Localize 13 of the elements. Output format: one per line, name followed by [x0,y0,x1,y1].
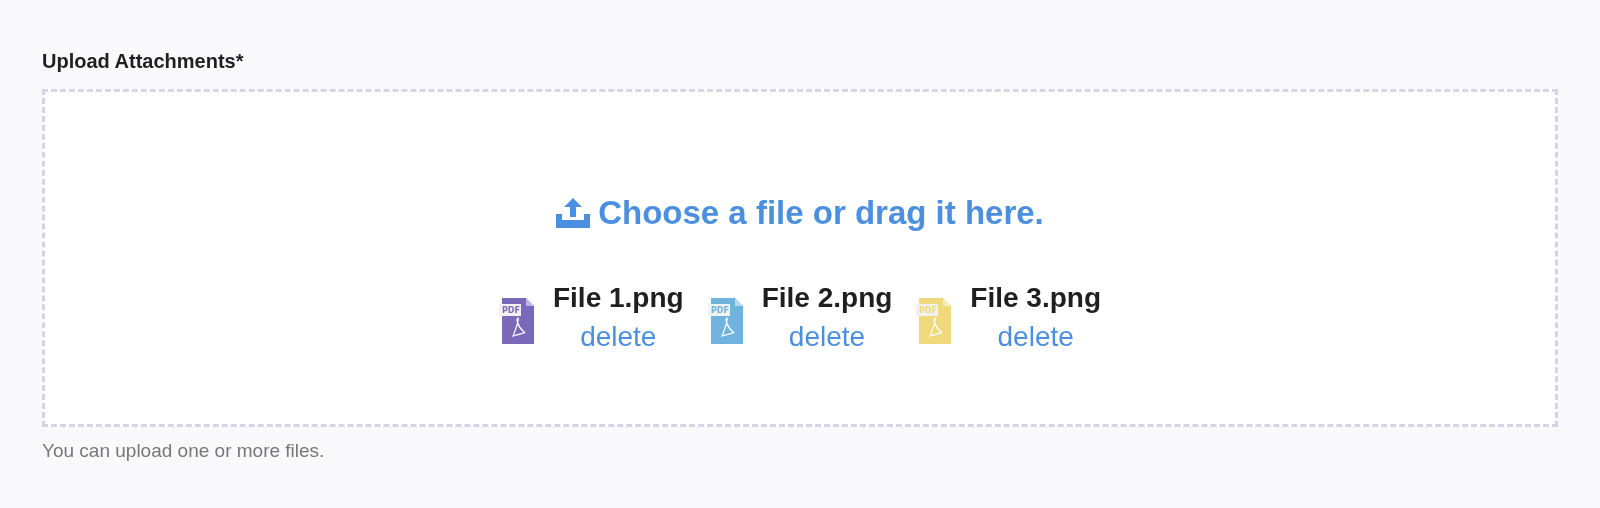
delete-link[interactable]: delete [788,318,866,354]
pdf-file-icon: PDF [498,295,537,346]
field-label: Upload Attachments* [42,49,245,74]
delete-link[interactable]: delete [997,318,1074,354]
dropzone[interactable]: Choose a file or drag it here. PDF File 1.png delete PDF File 2.png delete PDF File 3.png delete [42,89,1558,427]
upload-icon [556,197,591,228]
upload-prompt[interactable]: Choose a file or drag it here. [598,188,1044,238]
file-name: File 1.png [552,280,684,315]
help-text: You can upload one or more files. [42,439,326,463]
pdf-file-icon: PDF [707,295,746,346]
delete-link[interactable]: delete [580,318,657,354]
file-name: File 3.png [970,280,1102,315]
file-name: File 2.png [761,280,893,315]
